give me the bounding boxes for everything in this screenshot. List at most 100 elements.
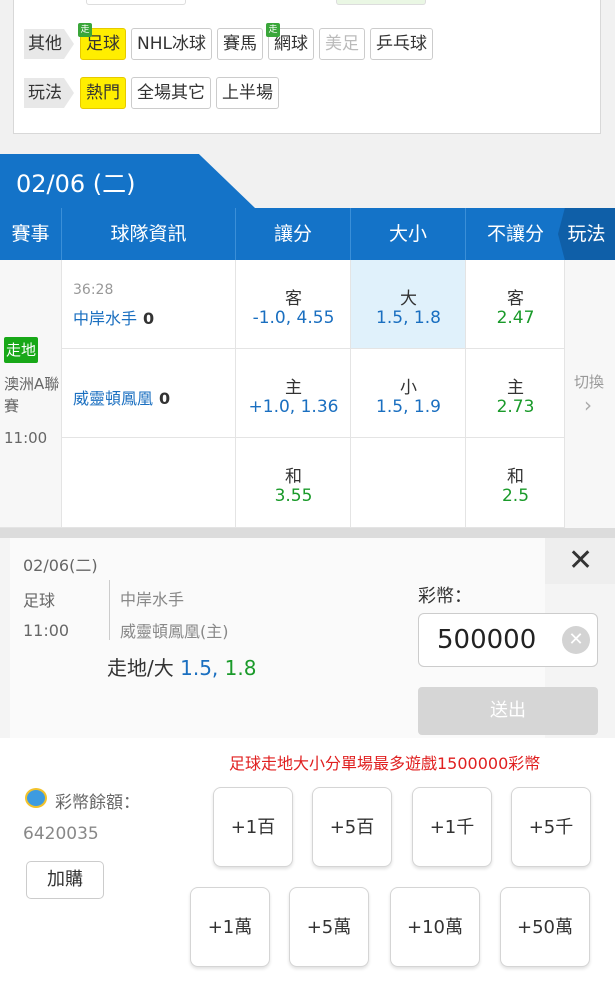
filter-tab-stub xyxy=(336,0,426,5)
match-clock: 36:28 xyxy=(73,282,114,298)
switch-label[interactable]: 切換 xyxy=(574,371,604,392)
slip-divider xyxy=(109,580,110,640)
chip-label: 美足 xyxy=(324,34,359,54)
ou-odds: 1.9 xyxy=(413,397,441,417)
odds-label: 主 xyxy=(285,378,302,398)
odds-value: +1.0, 1.36 xyxy=(248,397,339,417)
home-team-name: 威靈頓鳳凰 xyxy=(73,389,154,408)
kickoff-time: 11:00 xyxy=(4,429,48,447)
bet-odds: 1.8 xyxy=(224,656,257,680)
chip-button[interactable]: +1百 xyxy=(213,787,293,867)
ou-line: 1.5, xyxy=(376,397,409,417)
play-label: 玩法 xyxy=(24,78,74,108)
moneyline-home[interactable]: 主 2.73 xyxy=(466,373,565,417)
away-team[interactable]: 中岸水手 0 xyxy=(73,305,154,329)
clear-icon[interactable]: ✕ xyxy=(562,626,590,654)
chip-button[interactable]: +1萬 xyxy=(190,887,270,967)
balance-value: 6420035 xyxy=(23,824,99,844)
live-tag: 走 xyxy=(78,23,92,37)
coin-icon xyxy=(25,788,47,808)
table-header: 賽事 球隊資訊 讓分 大小 不讓分 玩法 xyxy=(0,208,615,260)
slip-date: 02/06(二) xyxy=(23,556,98,575)
filter-panel: 其他 走 足球 NHL冰球 賽馬 走 網球 美足 乒乓球 玩法 熱門 全場其它 … xyxy=(13,0,601,134)
ou-line: 1.5, xyxy=(376,308,409,328)
moneyline-draw[interactable]: 和 2.5 xyxy=(466,462,565,506)
chip-football[interactable]: 走 足球 xyxy=(78,23,126,60)
chip-horse-racing[interactable]: 賽馬 xyxy=(216,28,263,60)
filter-tab-stub xyxy=(86,0,186,5)
odds-value: 2.47 xyxy=(496,308,535,328)
moneyline-away[interactable]: 客 2.47 xyxy=(466,284,565,328)
odds-label: 大 xyxy=(400,289,417,309)
chip-label: 上半場 xyxy=(222,83,273,103)
odds-value: 1.5, 1.8 xyxy=(351,308,466,328)
odds-label: 客 xyxy=(507,289,524,309)
chip-button[interactable]: +5千 xyxy=(511,787,591,867)
chip-button[interactable]: +10萬 xyxy=(390,887,480,967)
close-icon[interactable]: ✕ xyxy=(568,543,593,578)
coin-label: 彩幣： xyxy=(418,586,472,607)
draw-handicap[interactable]: 和 3.55 xyxy=(236,462,351,506)
under-odds[interactable]: 小 1.5, 1.9 xyxy=(351,373,466,417)
odds-label: 小 xyxy=(400,378,417,398)
odds-label: 主 xyxy=(507,378,524,398)
ou-odds: 1.8 xyxy=(413,308,441,328)
chip-button[interactable]: +5百 xyxy=(312,787,392,867)
chip-label: 足球 xyxy=(86,34,120,54)
chip-first-half[interactable]: 上半場 xyxy=(216,77,279,109)
chip-label: 賽馬 xyxy=(222,34,257,54)
th-over-under: 大小 xyxy=(351,208,466,260)
odds-value: 2.73 xyxy=(496,397,535,417)
handicap-home[interactable]: 主 +1.0, 1.36 xyxy=(236,373,351,417)
th-play-button[interactable]: 玩法 xyxy=(558,208,615,260)
th-team-info: 球隊資訊 xyxy=(62,208,236,260)
chip-table-tennis[interactable]: 乒乓球 xyxy=(369,28,433,60)
chip-button[interactable]: +1千 xyxy=(412,787,492,867)
away-team-name: 中岸水手 xyxy=(73,309,138,328)
odds-label: 客 xyxy=(285,289,302,309)
send-button[interactable]: 送出 xyxy=(418,687,598,735)
slip-sport: 足球 xyxy=(23,591,56,610)
team-cell-empty xyxy=(62,438,236,528)
th-moneyline: 不讓分 xyxy=(486,223,544,245)
play-filter-row: 玩法 熱門 全場其它 上半場 xyxy=(24,76,284,110)
odds-label: 和 xyxy=(507,467,524,487)
odds-value: 1.5, 1.9 xyxy=(351,397,466,417)
bet-selection: 走地/大 1.5, 1.8 xyxy=(107,652,256,681)
chip-tennis[interactable]: 走 網球 xyxy=(265,23,314,60)
over-odds[interactable]: 大 1.5, 1.8 xyxy=(351,284,466,328)
date-tab: 02/06 (二) xyxy=(0,154,255,208)
bet-type: 走地/大 xyxy=(107,656,174,680)
chip-label: 網球 xyxy=(273,34,308,54)
slip-home-team: 威靈頓鳳凰(主) xyxy=(120,622,229,641)
th-handicap: 讓分 xyxy=(236,208,351,260)
chevron-right-icon[interactable]: › xyxy=(584,393,592,417)
live-badge: 走地 xyxy=(4,337,38,363)
home-score: 0 xyxy=(159,389,171,408)
odds-cell-empty xyxy=(351,438,466,528)
topup-button[interactable]: 加購 xyxy=(26,861,104,899)
league-name: 澳洲A聯賽 xyxy=(4,375,60,415)
live-tag: 走 xyxy=(265,23,280,37)
chip-button[interactable]: +5萬 xyxy=(289,887,369,967)
slip-away-team: 中岸水手 xyxy=(120,590,185,609)
balance-label: 彩幣餘額： xyxy=(55,793,140,813)
chip-nhl[interactable]: NHL冰球 xyxy=(131,28,212,60)
limit-message: 足球走地大小分單場最多遊戲1500000彩幣 xyxy=(229,754,541,773)
bet-line-value: 1.5, xyxy=(180,656,219,680)
date-header: 02/06 (二) xyxy=(0,154,615,208)
odds-label: 和 xyxy=(285,467,302,487)
odds-value: 3.55 xyxy=(274,486,313,506)
chip-label: NHL冰球 xyxy=(137,34,206,54)
home-team[interactable]: 威靈頓鳳凰 0 xyxy=(73,385,170,409)
chip-full-other[interactable]: 全場其它 xyxy=(131,77,211,109)
chip-hot[interactable]: 熱門 xyxy=(80,77,126,109)
odds-value: 2.5 xyxy=(501,486,530,506)
handicap-away[interactable]: 客 -1.0, 4.55 xyxy=(236,284,351,328)
chip-button[interactable]: +50萬 xyxy=(500,887,590,967)
slip-time: 11:00 xyxy=(23,621,70,640)
other-label: 其他 xyxy=(24,29,74,59)
away-score: 0 xyxy=(143,309,155,328)
th-event: 賽事 xyxy=(0,208,62,260)
sport-filter-row: 其他 走 足球 NHL冰球 賽馬 走 網球 美足 乒乓球 xyxy=(24,23,438,61)
